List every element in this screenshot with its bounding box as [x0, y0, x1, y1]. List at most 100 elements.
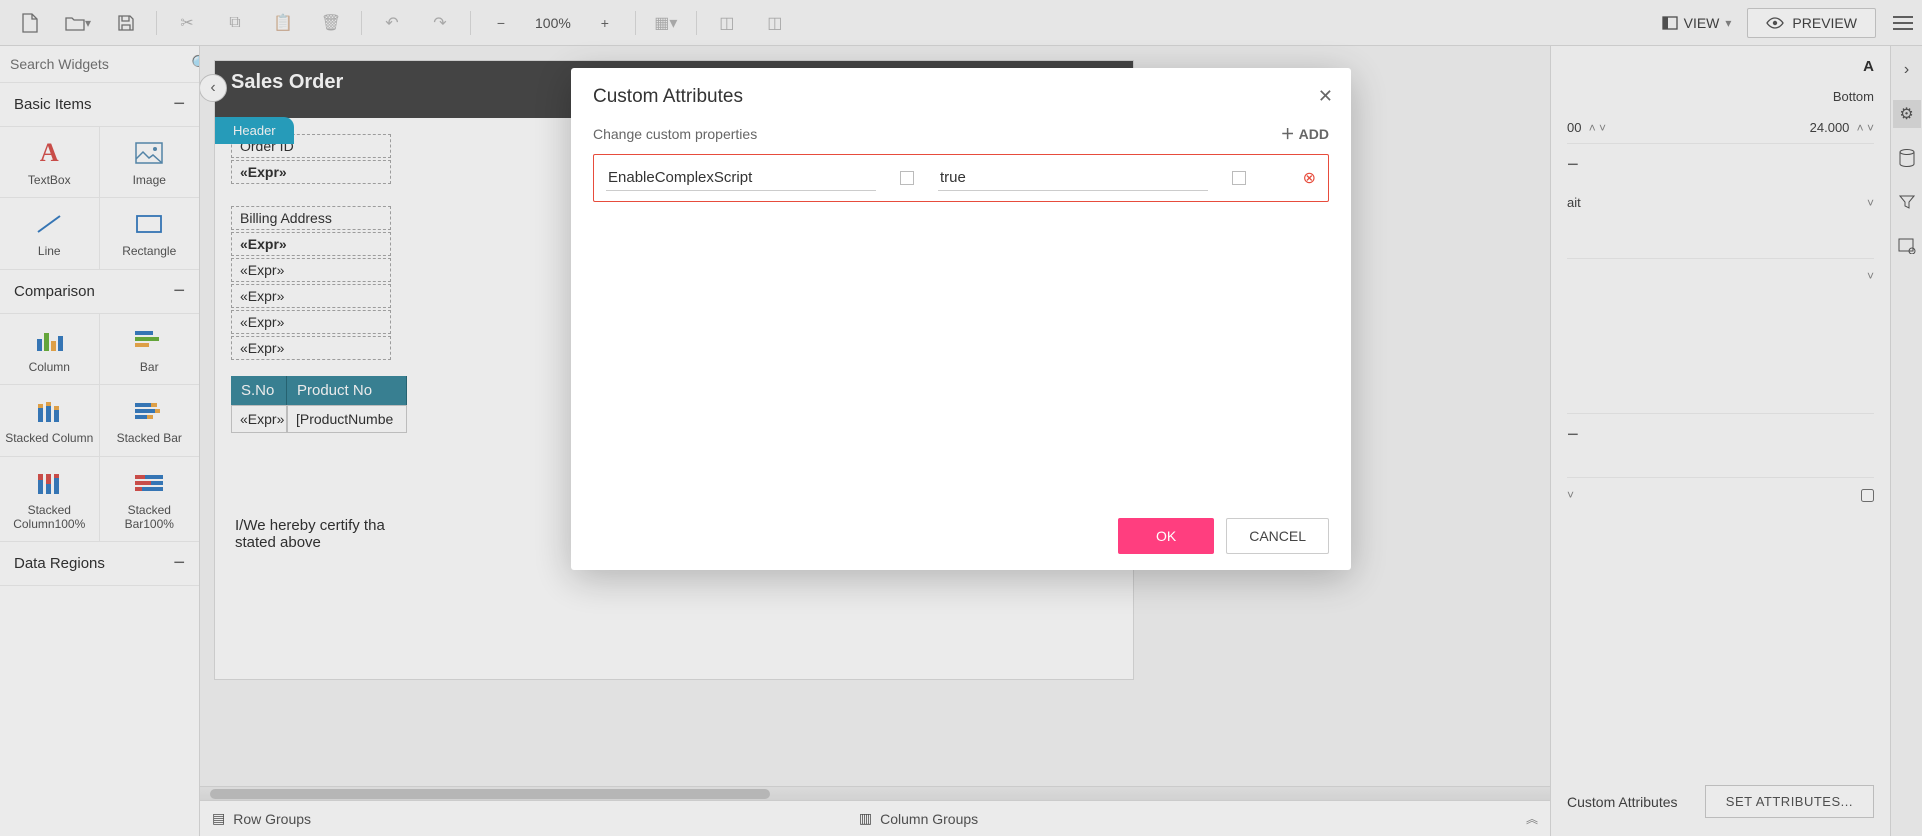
spinner-2[interactable]: ˄ ˅: [1857, 121, 1874, 135]
groups-bar: ▤ Row Groups ▥ Column Groups ︽: [200, 800, 1550, 836]
column-groups-icon: ▥: [859, 810, 872, 827]
chevron-down-icon[interactable]: ˅: [1867, 196, 1874, 210]
field-expr[interactable]: «Expr»: [231, 160, 391, 184]
groups-collapse-icon[interactable]: ︽: [1526, 810, 1538, 827]
chevron-down-icon-2[interactable]: ˅: [1867, 269, 1874, 283]
image-icon: [133, 141, 165, 165]
column-groups-label: Column Groups: [880, 811, 978, 827]
textbox-icon: A: [33, 141, 65, 165]
redo-button[interactable]: ↷: [418, 7, 462, 39]
cut-button[interactable]: ✂: [165, 7, 209, 39]
th-product-no: Product No: [287, 376, 407, 405]
search-icon[interactable]: 🔍: [191, 54, 200, 74]
add-attribute-button[interactable]: ＋ADD: [1281, 124, 1329, 144]
attribute-name-fx-checkbox[interactable]: [900, 171, 914, 185]
header-tab[interactable]: Header: [215, 117, 294, 144]
widget-sidebar: 🔍 Basic Items− A TextBox Image Line Rect…: [0, 46, 200, 836]
rectangle-icon: [133, 212, 165, 236]
orientation-value: ait: [1567, 195, 1581, 210]
val1: 00: [1567, 120, 1581, 135]
view-dropdown[interactable]: VIEW▾: [1650, 9, 1744, 37]
collapse-1[interactable]: −: [1567, 154, 1579, 177]
open-folder-button[interactable]: ▾: [56, 7, 100, 39]
field-expr-2[interactable]: «Expr»: [231, 284, 391, 308]
attribute-name-input[interactable]: [606, 165, 876, 191]
chevron-down-icon-3[interactable]: ˅: [1567, 488, 1574, 502]
widget-stacked-column[interactable]: Stacked Column: [0, 385, 100, 456]
collapse-sidebar-button[interactable]: ‹: [200, 74, 227, 102]
plus-icon: ＋: [1281, 124, 1295, 144]
filter-icon[interactable]: [1893, 188, 1921, 216]
category-basic-items[interactable]: Basic Items−: [0, 83, 199, 127]
bring-front-button[interactable]: ◫: [753, 7, 797, 39]
widget-bar[interactable]: Bar: [100, 314, 200, 385]
properties-icon[interactable]: ⚙: [1893, 100, 1921, 128]
field-billing-address[interactable]: Billing Address: [231, 206, 391, 230]
field-expr-1[interactable]: «Expr»: [231, 258, 391, 282]
search-input[interactable]: [10, 56, 191, 72]
stacked-column-icon: [33, 399, 65, 423]
menu-icon[interactable]: [1892, 15, 1914, 31]
delete-button[interactable]: 🗑: [309, 7, 353, 39]
delete-attribute-icon[interactable]: ⊗: [1303, 168, 1316, 188]
widget-textbox[interactable]: A TextBox: [0, 127, 100, 198]
data-icon[interactable]: [1893, 144, 1921, 172]
zoom-out-button[interactable]: −: [479, 7, 523, 39]
panel-heading: A: [1567, 58, 1874, 81]
widget-stacked-column-100[interactable]: Stacked Column100%: [0, 457, 100, 543]
cancel-button[interactable]: CANCEL: [1226, 518, 1329, 554]
widget-image[interactable]: Image: [100, 127, 200, 198]
td-sno: «Expr»: [231, 405, 287, 433]
right-rail: › ⚙: [1890, 46, 1922, 836]
undo-button[interactable]: ↶: [370, 7, 414, 39]
horizontal-scrollbar[interactable]: [200, 786, 1550, 800]
spinner-1[interactable]: ˄ ˅: [1589, 121, 1606, 135]
collapse-3[interactable]: −: [1567, 424, 1579, 447]
zoom-in-button[interactable]: +: [583, 7, 627, 39]
new-file-button[interactable]: [8, 7, 52, 39]
properties-panel: A Bottom 00 ˄ ˅ 24.000 ˄ ˅ − ait˅ ˅ − ˅ …: [1550, 46, 1890, 836]
widget-stacked-bar[interactable]: Stacked Bar: [100, 385, 200, 456]
th-sno: S.No: [231, 376, 287, 405]
attribute-value-input[interactable]: [938, 165, 1208, 191]
dialog-subtitle: Change custom properties: [593, 126, 757, 142]
prop-checkbox[interactable]: [1861, 489, 1874, 502]
line-icon: [33, 212, 65, 236]
widget-rectangle[interactable]: Rectangle: [100, 198, 200, 269]
top-toolbar: ▾ ✂ ⧉ 📋 🗑 ↶ ↷ − 100% + ▦▾ ◫ ◫ VIEW▾ PREV…: [0, 0, 1922, 46]
image-settings-icon[interactable]: [1893, 232, 1921, 260]
bar-chart-icon: [133, 328, 165, 352]
stacked-column-100-icon: [33, 471, 65, 495]
dialog-title: Custom Attributes: [571, 68, 1351, 118]
send-back-button[interactable]: ◫: [705, 7, 749, 39]
copy-button[interactable]: ⧉: [213, 7, 257, 39]
close-icon[interactable]: ✕: [1314, 82, 1337, 111]
ok-button[interactable]: OK: [1118, 518, 1214, 554]
category-comparison[interactable]: Comparison−: [0, 270, 199, 314]
widget-line[interactable]: Line: [0, 198, 100, 269]
attribute-row: ⊗: [593, 154, 1329, 202]
row-groups-label: Row Groups: [233, 811, 311, 827]
paste-button[interactable]: 📋: [261, 7, 305, 39]
attribute-value-fx-checkbox[interactable]: [1232, 171, 1246, 185]
label-bottom: Bottom: [1833, 89, 1874, 104]
custom-attributes-dialog: ✕ Custom Attributes Change custom proper…: [571, 68, 1351, 570]
zoom-level: 100%: [535, 15, 571, 31]
save-button[interactable]: [104, 7, 148, 39]
widget-column[interactable]: Column: [0, 314, 100, 385]
category-data-regions[interactable]: Data Regions−: [0, 542, 199, 586]
val2: 24.000: [1810, 120, 1850, 135]
preview-button[interactable]: PREVIEW: [1747, 8, 1876, 38]
widget-stacked-bar-100[interactable]: Stacked Bar100%: [100, 457, 200, 543]
stacked-bar-icon: [133, 399, 165, 423]
set-attributes-button[interactable]: SET ATTRIBUTES...: [1705, 785, 1874, 818]
align-button[interactable]: ▦▾: [644, 7, 688, 39]
rail-expand-icon[interactable]: ›: [1893, 56, 1921, 84]
td-product-no: [ProductNumbe: [287, 405, 407, 433]
field-expr-bold[interactable]: «Expr»: [231, 232, 391, 256]
custom-attributes-label: Custom Attributes: [1567, 794, 1678, 810]
field-expr-3[interactable]: «Expr»: [231, 310, 391, 334]
row-groups-icon: ▤: [212, 810, 225, 827]
field-expr-4[interactable]: «Expr»: [231, 336, 391, 360]
stacked-bar-100-icon: [133, 471, 165, 495]
